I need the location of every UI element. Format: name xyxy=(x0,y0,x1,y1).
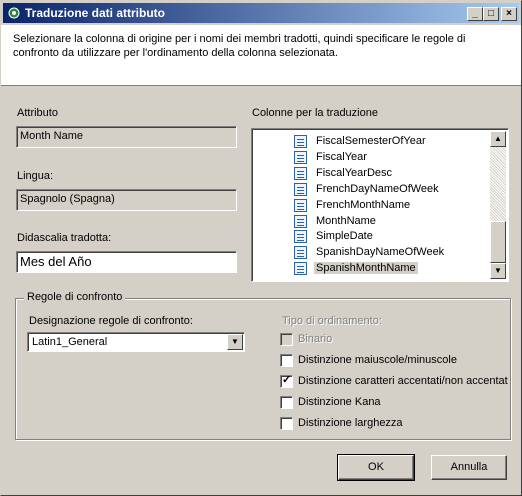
sort-option-checkbox xyxy=(280,333,293,346)
sort-option-label[interactable]: Distinzione larghezza xyxy=(298,417,403,429)
maximize-button[interactable]: □ xyxy=(483,7,499,21)
attribute-field: Month Name xyxy=(16,126,237,148)
sort-option-checkbox[interactable] xyxy=(280,395,293,409)
title-bar[interactable]: Traduzione dati attributo _ □ × xyxy=(3,3,519,23)
table-column-icon xyxy=(294,135,307,148)
column-list-item-label: MonthName xyxy=(316,214,376,227)
column-list-item-label: FiscalYear xyxy=(316,150,367,163)
collation-group-title: Regole di confronto xyxy=(24,291,126,303)
scroll-up-button[interactable]: ▲ xyxy=(490,131,506,147)
checkmark-icon: ✓ xyxy=(282,373,292,386)
table-column-icon xyxy=(294,166,307,180)
sort-option-label[interactable]: Distinzione Kana xyxy=(298,396,381,408)
column-list-item-label: SpanishMonthName xyxy=(314,262,418,275)
sort-option-checkbox[interactable]: ✓ xyxy=(280,373,293,388)
sort-option-checkbox[interactable] xyxy=(280,416,293,430)
sort-option-checkbox[interactable] xyxy=(280,353,293,367)
column-list-item-label: FiscalYearDesc xyxy=(316,166,393,179)
caption-label: Didascalia tradotta: xyxy=(17,232,112,244)
table-column-icon xyxy=(294,262,307,276)
collation-designator-select[interactable]: Latin1_General ▼ xyxy=(27,332,245,352)
scroll-down-button[interactable]: ▼ xyxy=(490,263,506,279)
table-column-icon xyxy=(294,182,307,196)
translation-dialog: Traduzione dati attributo _ □ × Selezion… xyxy=(0,0,522,496)
column-list-item-label: SpanishDayNameOfWeek xyxy=(316,246,445,259)
scroll-thumb[interactable] xyxy=(490,221,506,263)
sort-type-label: Tipo di ordinamento: xyxy=(282,315,382,327)
attribute-label: Attributo xyxy=(17,107,58,119)
sort-option-label: Binario xyxy=(298,333,333,345)
sort-option-label[interactable]: Distinzione caratteri accentati/non acce… xyxy=(298,375,508,387)
column-list-item-label: SimpleDate xyxy=(316,230,373,243)
listbox-scrollbar[interactable]: ▲ ▼ xyxy=(490,131,506,279)
column-list-item-label: FiscalSemesterOfYear xyxy=(316,135,426,147)
designator-label: Designazione regole di confronto: xyxy=(29,315,193,327)
column-list-item-label: FrenchMonthName xyxy=(316,198,411,211)
language-label: Lingua: xyxy=(17,170,54,182)
app-icon xyxy=(8,7,20,19)
table-column-icon xyxy=(294,230,307,244)
minimize-button[interactable]: _ xyxy=(467,7,483,21)
dropdown-arrow-icon[interactable]: ▼ xyxy=(227,334,243,350)
header-panel: Selezionare la colonna di origine per i … xyxy=(1,25,521,86)
language-field: Spagnolo (Spagna) xyxy=(16,189,237,211)
translated-caption-input[interactable]: Mes del Año xyxy=(16,251,237,273)
table-column-icon xyxy=(294,150,307,164)
sort-option-label[interactable]: Distinzione maiuscole/minuscole xyxy=(298,354,457,366)
column-list-item-label: FrenchDayNameOfWeek xyxy=(316,182,439,195)
ok-button[interactable]: OK xyxy=(337,454,415,481)
table-column-icon xyxy=(294,214,307,228)
table-column-icon xyxy=(294,246,307,260)
close-button[interactable]: × xyxy=(501,7,517,21)
columns-listbox[interactable]: FiscalSemesterOfYear FiscalYear FiscalYear… xyxy=(251,128,509,282)
header-description: Selezionare la colonna di origine per i … xyxy=(13,33,466,59)
cancel-button[interactable]: Annulla xyxy=(431,455,507,480)
collation-designator-value: Latin1_General xyxy=(32,336,108,348)
table-column-icon xyxy=(294,198,307,212)
columns-label: Colonne per la traduzione xyxy=(252,107,378,119)
window-title: Traduzione dati attributo xyxy=(25,6,165,20)
